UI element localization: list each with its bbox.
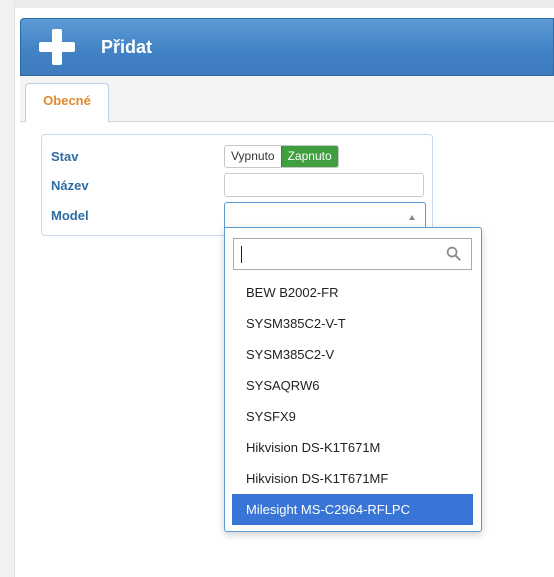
window-frame-left — [0, 0, 14, 577]
nazev-label: Název — [51, 178, 89, 193]
nazev-input[interactable] — [224, 173, 424, 197]
dropdown-option[interactable]: SYSFX9 — [232, 401, 473, 432]
dropdown-option[interactable]: Hikvision DS-K1T671MF — [232, 463, 473, 494]
dropdown-option[interactable]: BEW B2002-FR — [232, 277, 473, 308]
dropdown-search[interactable] — [233, 238, 472, 270]
model-dropdown: BEW B2002-FR SYSM385C2-V-T SYSM385C2-V S… — [224, 227, 482, 532]
dropdown-options: BEW B2002-FR SYSM385C2-V-T SYSM385C2-V S… — [232, 277, 473, 525]
dropdown-search-input[interactable] — [236, 241, 440, 269]
dropdown-option[interactable]: SYSAQRW6 — [232, 370, 473, 401]
text-cursor — [241, 246, 242, 263]
add-dialog: Přidat Obecné Stav Název Model Vypnuto Z… — [20, 18, 554, 577]
stav-toggle[interactable]: Vypnuto Zapnuto — [224, 145, 339, 168]
tab-strip: Obecné — [20, 76, 554, 122]
dialog-title: Přidat — [101, 37, 153, 57]
model-select[interactable] — [224, 202, 426, 228]
dropdown-option[interactable]: SYSM385C2-V-T — [232, 308, 473, 339]
search-icon — [446, 246, 461, 261]
window-frame-top — [0, 0, 554, 8]
model-label: Model — [51, 208, 89, 223]
toggle-on-option[interactable]: Zapnuto — [280, 146, 338, 167]
caret-up-icon — [409, 215, 415, 220]
window-frame-divider — [14, 0, 15, 577]
tab-obecne[interactable]: Obecné — [25, 83, 109, 122]
dropdown-option-highlighted[interactable]: Milesight MS-C2964-RFLPC — [232, 494, 473, 525]
dropdown-option[interactable]: Hikvision DS-K1T671M — [232, 432, 473, 463]
plus-icon — [39, 29, 75, 65]
dropdown-option[interactable]: SYSM385C2-V — [232, 339, 473, 370]
toggle-off-option[interactable]: Vypnuto — [225, 146, 281, 167]
dialog-titlebar: Přidat — [20, 18, 554, 76]
stav-label: Stav — [51, 149, 79, 164]
